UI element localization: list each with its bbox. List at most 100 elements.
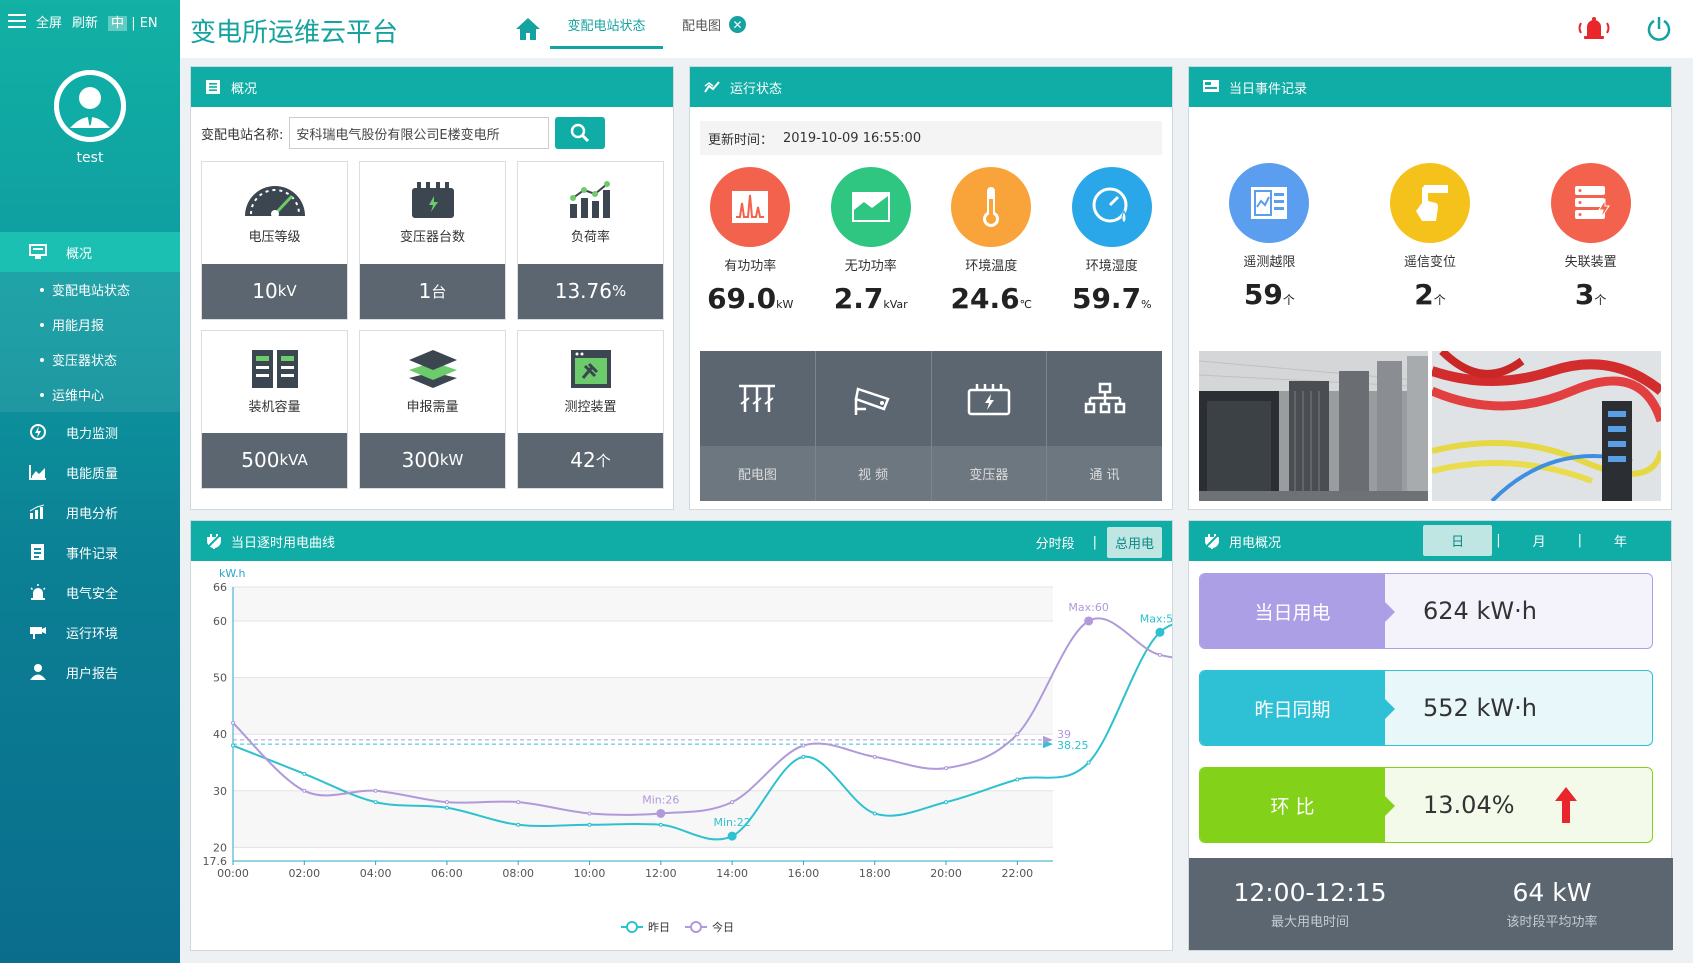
- alarm-bell-icon[interactable]: [1575, 15, 1613, 47]
- shortcut-communication[interactable]: 通 讯: [1047, 351, 1162, 501]
- data-point: [516, 822, 521, 827]
- today-usage-row: 当日用电 624 kW·h: [1199, 573, 1653, 649]
- event-label: 失联装置: [1564, 255, 1617, 270]
- tile-control-devices: 测控装置 42 个: [517, 330, 664, 489]
- tile-unit: %: [612, 282, 627, 301]
- shortcut-transformer[interactable]: 变压器: [931, 351, 1048, 501]
- tile-unit: kVA: [279, 451, 308, 470]
- lang-zh[interactable]: 中: [108, 15, 128, 31]
- legend-marker: [626, 921, 638, 933]
- total-button[interactable]: 总用电: [1106, 527, 1162, 558]
- legend-label: 昨日: [648, 921, 670, 934]
- metric-reactive-power: 无功功率 2.7kVar: [811, 167, 932, 315]
- lang-en[interactable]: EN: [140, 16, 158, 31]
- power-off-icon[interactable]: [1645, 15, 1673, 47]
- tile-value: 300: [401, 448, 440, 473]
- row-label: 昨日同期: [1200, 671, 1395, 745]
- telemetry-report-icon: [1229, 163, 1310, 243]
- tile-value: 1: [418, 279, 432, 304]
- legend-marker: [690, 921, 702, 933]
- language-switch: 中 | EN: [108, 12, 158, 31]
- data-point: [373, 788, 378, 793]
- x-tick-label: 04:00: [360, 867, 392, 880]
- tab-station-status[interactable]: 变配电站状态: [550, 15, 663, 49]
- tile-label: 变压器台数: [399, 230, 465, 246]
- metric-value: 2.7: [833, 282, 884, 315]
- event-telemetry-limit[interactable]: 遥测越限 59个: [1189, 163, 1350, 311]
- run-metrics: 有功功率 69.0kW 无功功率 2.7kVar 环境温度 24.6℃ 环境湿度…: [690, 155, 1172, 315]
- nav-item-power-quality[interactable]: 电能质量: [0, 452, 180, 492]
- tab-day[interactable]: 日: [1423, 525, 1493, 556]
- sub-item-transformer-status[interactable]: 变压器状态: [0, 342, 180, 377]
- sub-item-monthly-report[interactable]: 用能月报: [0, 307, 180, 342]
- sub-item-station-status[interactable]: 变配电站状态: [0, 272, 180, 307]
- peak-summary: 12:00-12:15 最大用电时间 64 kW 该时段平均功率: [1189, 858, 1673, 950]
- nav-item-power-analysis[interactable]: 用电分析: [0, 492, 180, 532]
- shortcut-label: 配电图: [700, 446, 815, 501]
- bar-analysis-icon: [28, 502, 48, 522]
- data-point: [373, 800, 378, 805]
- data-point: [872, 754, 877, 759]
- overview-tiles: 电压等级 10 kV 变压器台数 1台 负荷率 13.76% 装机容量 500 kV…: [191, 159, 673, 491]
- transformer-icon: [411, 182, 454, 219]
- data-point: [1015, 732, 1020, 737]
- metric-env-humidity: 环境湿度 59.7%: [1052, 167, 1173, 315]
- avg-label: 39: [1057, 728, 1071, 741]
- nav-item-electrical-safety[interactable]: 电气安全: [0, 572, 180, 612]
- user-avatar-icon: [54, 70, 126, 142]
- peak-power-value: 64 kW: [1512, 878, 1592, 907]
- panel-title: 用电概况: [1229, 535, 1282, 551]
- search-button[interactable]: [555, 117, 606, 149]
- avatar[interactable]: [54, 70, 126, 142]
- peak-time: 12:00-12:15 最大用电时间: [1189, 858, 1431, 950]
- data-point: [1086, 760, 1091, 765]
- tab-month[interactable]: 月: [1505, 525, 1574, 556]
- max-label: Max:60: [1068, 601, 1108, 614]
- data-point: [872, 811, 877, 816]
- event-signal-change[interactable]: 遥信变位 2个: [1350, 163, 1511, 311]
- menu-toggle-icon[interactable]: [8, 14, 26, 28]
- panel-header: 用电概况 日 | 月 | 年: [1189, 521, 1671, 561]
- sub-item-om-center[interactable]: 运维中心: [0, 377, 180, 412]
- event-value: 59: [1243, 278, 1283, 311]
- panel-header: 概况: [191, 67, 673, 107]
- tab-label: 配电图: [682, 19, 722, 34]
- nav-item-user-report[interactable]: 用户报告: [0, 652, 180, 692]
- user-report-icon: [28, 662, 48, 682]
- up-arrow-icon: [1554, 787, 1577, 823]
- nav-label: 用电分析: [66, 506, 119, 522]
- metric-value: 59.7: [1071, 282, 1142, 315]
- layers-icon: [408, 350, 457, 389]
- fullscreen-link[interactable]: 全屏: [36, 12, 62, 31]
- nav-item-event-log[interactable]: 事件记录: [0, 532, 180, 572]
- x-tick-label: 20:00: [930, 867, 962, 880]
- nav-item-power-monitor[interactable]: 电力监测: [0, 412, 180, 452]
- camera-icon: [28, 622, 48, 642]
- tab-year[interactable]: 年: [1586, 525, 1655, 556]
- tab-wiring-diagram[interactable]: 配电图 ✕: [682, 15, 747, 34]
- home-icon[interactable]: [515, 16, 541, 46]
- list-icon: [205, 79, 221, 95]
- server-room-photo: [1199, 351, 1428, 501]
- panel-title: 当日事件记录: [1229, 81, 1308, 97]
- y-axis-label: kW.h: [219, 567, 245, 580]
- min-label: Min:26: [642, 793, 679, 806]
- period-button[interactable]: 分时段: [1028, 527, 1083, 558]
- close-icon[interactable]: ✕: [729, 16, 747, 33]
- x-tick-label: 00:00: [217, 867, 249, 880]
- nav-label: 电气安全: [66, 586, 119, 602]
- x-tick-label: 18:00: [859, 867, 891, 880]
- shortcut-label: 变压器: [931, 446, 1047, 501]
- x-tick-label: 08:00: [502, 867, 534, 880]
- station-name-input[interactable]: [289, 117, 550, 149]
- update-time: 2019-10-09 16:55:00: [783, 130, 922, 146]
- tile-value: 500: [241, 448, 280, 473]
- metric-label: 环境湿度: [1085, 259, 1138, 274]
- shortcut-video[interactable]: 视 频: [815, 351, 932, 501]
- nav-item-overview[interactable]: 概况: [0, 232, 180, 272]
- event-offline-devices[interactable]: 失联装置 3个: [1510, 163, 1671, 311]
- y-tick-label: 30: [213, 785, 227, 798]
- nav-item-run-environment[interactable]: 运行环境: [0, 612, 180, 652]
- shortcut-wiring-diagram[interactable]: 配电图: [700, 351, 816, 501]
- refresh-link[interactable]: 刷新: [72, 12, 98, 31]
